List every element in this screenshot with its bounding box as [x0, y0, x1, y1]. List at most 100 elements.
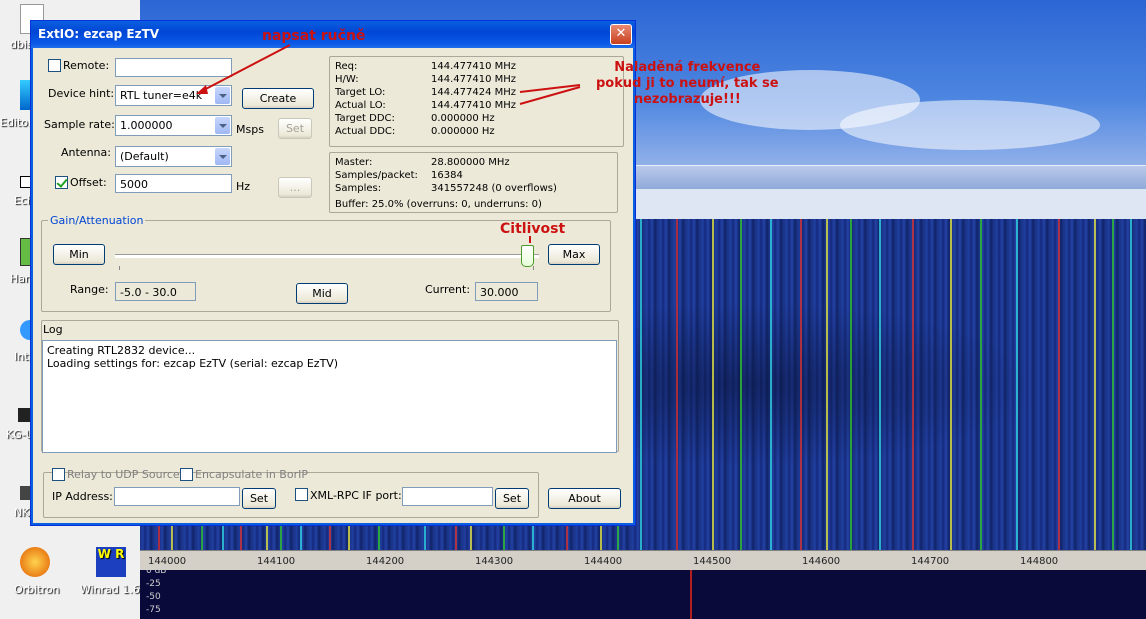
device-hint-label: Device hint:: [48, 87, 115, 100]
freq-axis-tick-label: 144800: [1020, 556, 1059, 567]
desktop-icon-label: Editor: [0, 116, 33, 129]
gain-slider-thumb[interactable]: [521, 245, 534, 267]
waterfall-signal-line: [712, 219, 714, 550]
sample-rate-label: Sample rate:: [44, 118, 115, 131]
annotation-tuned-frequency: Naladěná frekvence pokud ji to neumí, ta…: [596, 60, 779, 107]
remote-label: Remote:: [63, 59, 110, 72]
waterfall-signal-line: [800, 219, 802, 550]
waterfall-signal-line: [1130, 219, 1132, 550]
offset-unit: Hz: [236, 180, 251, 193]
waterfall-signal-line: [640, 219, 642, 550]
chevron-down-icon[interactable]: [215, 117, 230, 134]
waterfall-signal-line: [676, 219, 678, 550]
encapsulate-borip-checkbox[interactable]: [180, 468, 193, 481]
gain-max-button[interactable]: Max: [548, 244, 600, 265]
range-label: Range:: [70, 283, 109, 296]
freq-row-value: 144.477410 MHz: [431, 100, 517, 111]
about-button[interactable]: About: [548, 488, 621, 509]
waterfall-signal-line: [850, 219, 852, 550]
annotation-manual: napsat ručně: [262, 28, 366, 44]
desktop-icon-editor[interactable]: Editor: [0, 80, 34, 129]
device-hint-value: RTL tuner=e4k: [120, 89, 203, 102]
create-button[interactable]: Create: [242, 88, 314, 109]
ip-address-label: IP Address:: [52, 490, 113, 503]
offset-input[interactable]: 5000: [115, 174, 232, 193]
sample-rate-unit: Msps: [236, 123, 264, 136]
freq-row-value: 144.477410 MHz: [431, 61, 517, 72]
frequency-axis: 144000 144100 144200 144300 144400 144500 1446…: [140, 550, 1146, 572]
desktop-icon-winrad[interactable]: W R Winrad 1.6: [80, 547, 140, 596]
log-title: Log: [43, 323, 63, 336]
freq-row-label: H/W:: [335, 74, 359, 85]
gain-slider-track[interactable]: [115, 254, 539, 258]
antenna-label: Antenna:: [61, 146, 111, 159]
relay-udp-label: Relay to UDP Source: [67, 468, 180, 481]
freq-axis-tick-label: 144500: [693, 556, 732, 567]
spectrum-display[interactable]: 0 dB -25 -50 -75: [140, 566, 1146, 619]
waterfall-signal-line: [826, 219, 828, 550]
orbitron-icon: [20, 547, 50, 577]
freq-axis-tick-label: 144200: [366, 556, 405, 567]
antenna-value: (Default): [120, 150, 169, 163]
stats-row-label: Samples/packet:: [335, 170, 418, 181]
freq-row-label: Target DDC:: [335, 113, 395, 124]
xmlrpc-port-input[interactable]: [402, 487, 493, 506]
waterfall-signal-line: [912, 219, 914, 550]
buffer-status: Buffer: 25.0% (overruns: 0, underruns: 0…: [335, 199, 542, 210]
chevron-down-icon[interactable]: [215, 87, 230, 104]
chevron-down-icon[interactable]: [215, 148, 230, 165]
stats-row-value: 341557248 (0 overflows): [431, 183, 557, 194]
log-textarea[interactable]: Creating RTL2832 device... Loading setti…: [42, 340, 617, 453]
spectrum-level-label: 0 dB: [146, 566, 167, 576]
stats-panel: Master: 28.800000 MHz Samples/packet: 16384…: [329, 152, 618, 213]
offset-label: Offset:: [70, 176, 107, 189]
stats-row-label: Samples:: [335, 183, 382, 194]
gain-mid-button[interactable]: Mid: [296, 283, 348, 304]
ip-set-button[interactable]: Set: [242, 488, 276, 509]
freq-row-label: Req:: [335, 61, 358, 72]
extio-dialog: ExtIO: ezcap EzTV ✕ Remote: Device hint:…: [30, 20, 636, 526]
spectrum-level-label: -75: [146, 605, 161, 615]
ip-address-input[interactable]: [114, 487, 240, 506]
antenna-combo[interactable]: (Default): [115, 146, 232, 167]
offset-checkbox[interactable]: [55, 176, 68, 189]
desktop-icon-orbitron[interactable]: Orbitron: [14, 547, 60, 596]
stats-row-value: 16384: [431, 170, 463, 181]
xmlrpc-checkbox[interactable]: [295, 488, 308, 501]
gain-min-button[interactable]: Min: [53, 244, 105, 265]
freq-row-value: 144.477410 MHz: [431, 74, 517, 85]
offset-more-button[interactable]: ...: [278, 177, 312, 198]
waterfall-signal-line: [879, 219, 881, 550]
close-icon[interactable]: ✕: [610, 24, 632, 45]
desktop-icon-label: Int: [14, 350, 29, 363]
waterfall-signal-line: [950, 219, 952, 550]
xmlrpc-set-button[interactable]: Set: [495, 488, 529, 509]
remote-checkbox[interactable]: [48, 59, 61, 72]
waterfall-signal-line: [1016, 219, 1018, 550]
device-hint-combo[interactable]: RTL tuner=e4k: [115, 85, 232, 106]
freq-row-label: Target LO:: [335, 87, 386, 98]
desktop-icon-nk[interactable]: NK: [14, 486, 34, 519]
desktop-icon-label: Orbitron: [14, 583, 60, 596]
sample-rate-combo[interactable]: 1.000000: [115, 115, 232, 136]
current-value: 30.000: [475, 282, 538, 301]
log-line: Loading settings for: ezcap EzTV (serial…: [47, 357, 339, 370]
spectrum-level-label: -25: [146, 579, 161, 589]
relay-udp-checkbox[interactable]: [52, 468, 65, 481]
waterfall-signal-line: [1094, 219, 1096, 550]
desktop-icon-int[interactable]: Int: [14, 320, 40, 363]
desktop-icon-label: Winrad 1.6: [80, 583, 140, 596]
log-line: Creating RTL2832 device...: [47, 344, 196, 357]
tuned-frequency-marker[interactable]: [690, 570, 692, 619]
freq-axis-tick-label: 144600: [802, 556, 841, 567]
dialog-body: Remote: Device hint: RTL tuner=e4k Creat…: [35, 48, 631, 522]
frequency-panel: Req: 144.477410 MHz H/W: 144.477410 MHz Targ…: [329, 56, 624, 147]
gain-group-title: Gain/Attenuation: [48, 214, 146, 227]
spectrum-level-label: -50: [146, 592, 161, 602]
remote-input[interactable]: [115, 58, 232, 77]
sample-rate-set-button[interactable]: Set: [278, 118, 312, 139]
waterfall-signal-line: [740, 219, 742, 550]
freq-axis-tick-label: 144300: [475, 556, 514, 567]
slider-tick-min: [119, 266, 120, 270]
freq-row-value: 0.000000 Hz: [431, 126, 495, 137]
